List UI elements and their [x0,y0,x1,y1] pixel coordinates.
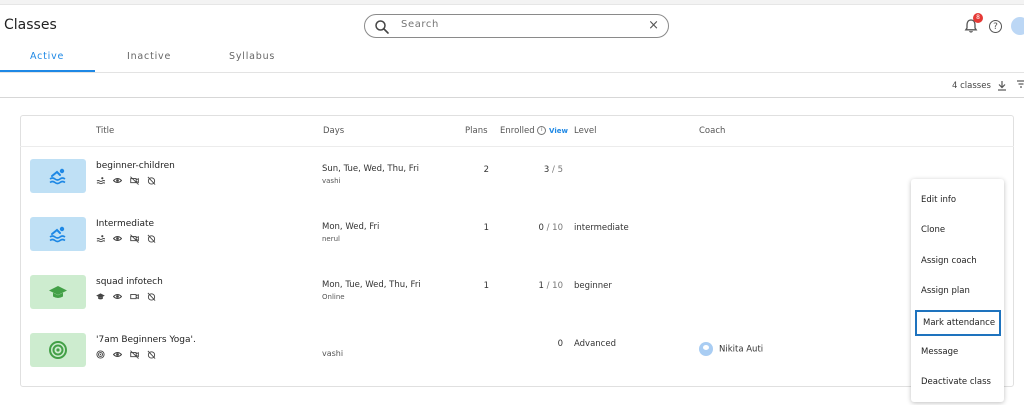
search-box[interactable]: × [364,14,669,38]
column-header-level[interactable]: Level [574,126,596,136]
alarm-off-icon [147,234,156,243]
swim-icon [96,234,105,243]
class-location: Online [322,293,345,301]
class-status-icons [96,176,159,186]
class-enrolled: 3 / 5 [508,165,563,175]
class-enrolled: 1 / 10 [508,281,563,291]
view-enrolled-link[interactable]: View [549,127,568,135]
eye-icon [113,292,123,301]
menu-item-message[interactable]: Message [911,339,1004,365]
table-row[interactable]: Intermediate Mon, Wed, Fri nerul 1 0 / 1… [20,205,1014,263]
enrolled-capacity: / 10 [546,281,563,291]
class-title[interactable]: squad infotech [96,277,163,287]
table-row[interactable]: squad infotech Mon, Tue, Wed, Thu, Fri O… [20,263,1014,321]
help-icon[interactable]: ? [989,20,1002,33]
coach-name[interactable]: Nikita Auti [719,345,763,355]
swim-icon [96,176,105,185]
coach-avatar [699,342,713,356]
column-header-days[interactable]: Days [323,126,344,136]
class-plans: 1 [483,281,489,291]
class-plans: 1 [483,223,489,233]
class-level: Advanced [574,339,616,349]
video-off-icon [130,350,140,359]
eye-icon [113,350,123,359]
class-status-icons [96,234,159,244]
page-title: Classes [4,17,57,33]
class-level: beginner [574,281,612,291]
column-header-coach[interactable]: Coach [699,126,725,136]
class-thumbnail [30,275,86,309]
menu-item-deactivate-class[interactable]: Deactivate class [911,369,1004,395]
class-thumbnail [30,159,86,193]
user-avatar[interactable] [1011,17,1024,35]
class-days: Mon, Wed, Fri [322,222,380,232]
class-thumbnail [30,217,86,251]
class-enrolled: 0 / 10 [508,223,563,233]
class-title[interactable]: Intermediate [96,219,154,229]
class-coach: Nikita Auti [699,342,763,356]
enrolled-capacity: / 10 [546,223,563,233]
tab-bar: Active Inactive Syllabus [0,46,1024,73]
tab-syllabus[interactable]: Syllabus [229,51,275,62]
alarm-off-icon [147,350,156,359]
class-location: vashi [322,349,344,358]
notification-badge: 8 [973,13,983,23]
class-level: intermediate [574,223,629,233]
tab-inactive[interactable]: Inactive [127,51,171,62]
info-icon[interactable]: i [537,126,547,135]
menu-item-assign-coach[interactable]: Assign coach [911,248,1004,274]
enrolled-count: 0 [557,339,563,349]
enrolled-header-label[interactable]: Enrolled [500,126,535,136]
list-toolbar: 4 classes [0,72,1024,98]
class-location: nerul [322,235,341,243]
class-status-icons [96,350,159,360]
row-actions-menu: Edit info Clone Assign coach Assign plan… [911,179,1004,402]
class-days: Sun, Tue, Wed, Thu, Fri [322,164,419,174]
video-off-icon [130,234,140,243]
class-plans: 2 [483,165,489,175]
menu-item-edit-info[interactable]: Edit info [911,187,1004,213]
class-count: 4 classes [952,81,991,91]
download-icon[interactable] [997,80,1007,91]
table-row[interactable]: beginner-children Sun, Tue, Wed, Thu, Fr… [20,147,1014,205]
tab-active[interactable]: Active [30,51,64,62]
column-header-enrolled: Enrolled i View [500,126,568,136]
class-status-icons [96,292,159,302]
menu-item-mark-attendance[interactable]: Mark attendance [915,310,1001,336]
enrolled-count: 3 [543,165,550,175]
class-enrolled: 0 [508,339,563,349]
video-icon [130,292,140,301]
class-title[interactable]: beginner-children [96,161,175,171]
target-icon [96,350,105,359]
table-row[interactable]: '7am Beginners Yoga'. vashi 0 Advanced N… [20,321,1014,379]
search-icon [375,20,389,34]
clear-search-button[interactable]: × [648,18,659,34]
swim-icon [49,226,66,243]
browser-top-strip [0,0,1024,5]
target-icon [49,341,67,359]
column-header-plans[interactable]: Plans [465,126,488,136]
menu-item-assign-plan[interactable]: Assign plan [911,278,1004,304]
swim-icon [49,168,66,185]
graduation-cap-icon [49,286,67,298]
class-location: vashi [322,177,341,185]
enrolled-count: 0 [538,223,544,233]
eye-icon [113,176,123,185]
class-days: Mon, Tue, Wed, Thu, Fri [322,280,421,290]
alarm-off-icon [147,176,156,185]
graduation-cap-icon [96,292,105,301]
enrolled-capacity: / 5 [552,165,563,175]
alarm-off-icon [147,292,156,301]
class-thumbnail [30,333,86,367]
video-off-icon [130,176,140,185]
search-input[interactable] [401,19,631,30]
enrolled-count: 1 [538,281,544,291]
sort-icon[interactable] [1017,79,1024,89]
class-title[interactable]: '7am Beginners Yoga'. [96,335,196,345]
menu-item-clone[interactable]: Clone [911,217,1004,243]
eye-icon [113,234,123,243]
column-header-title[interactable]: Title [96,126,114,136]
